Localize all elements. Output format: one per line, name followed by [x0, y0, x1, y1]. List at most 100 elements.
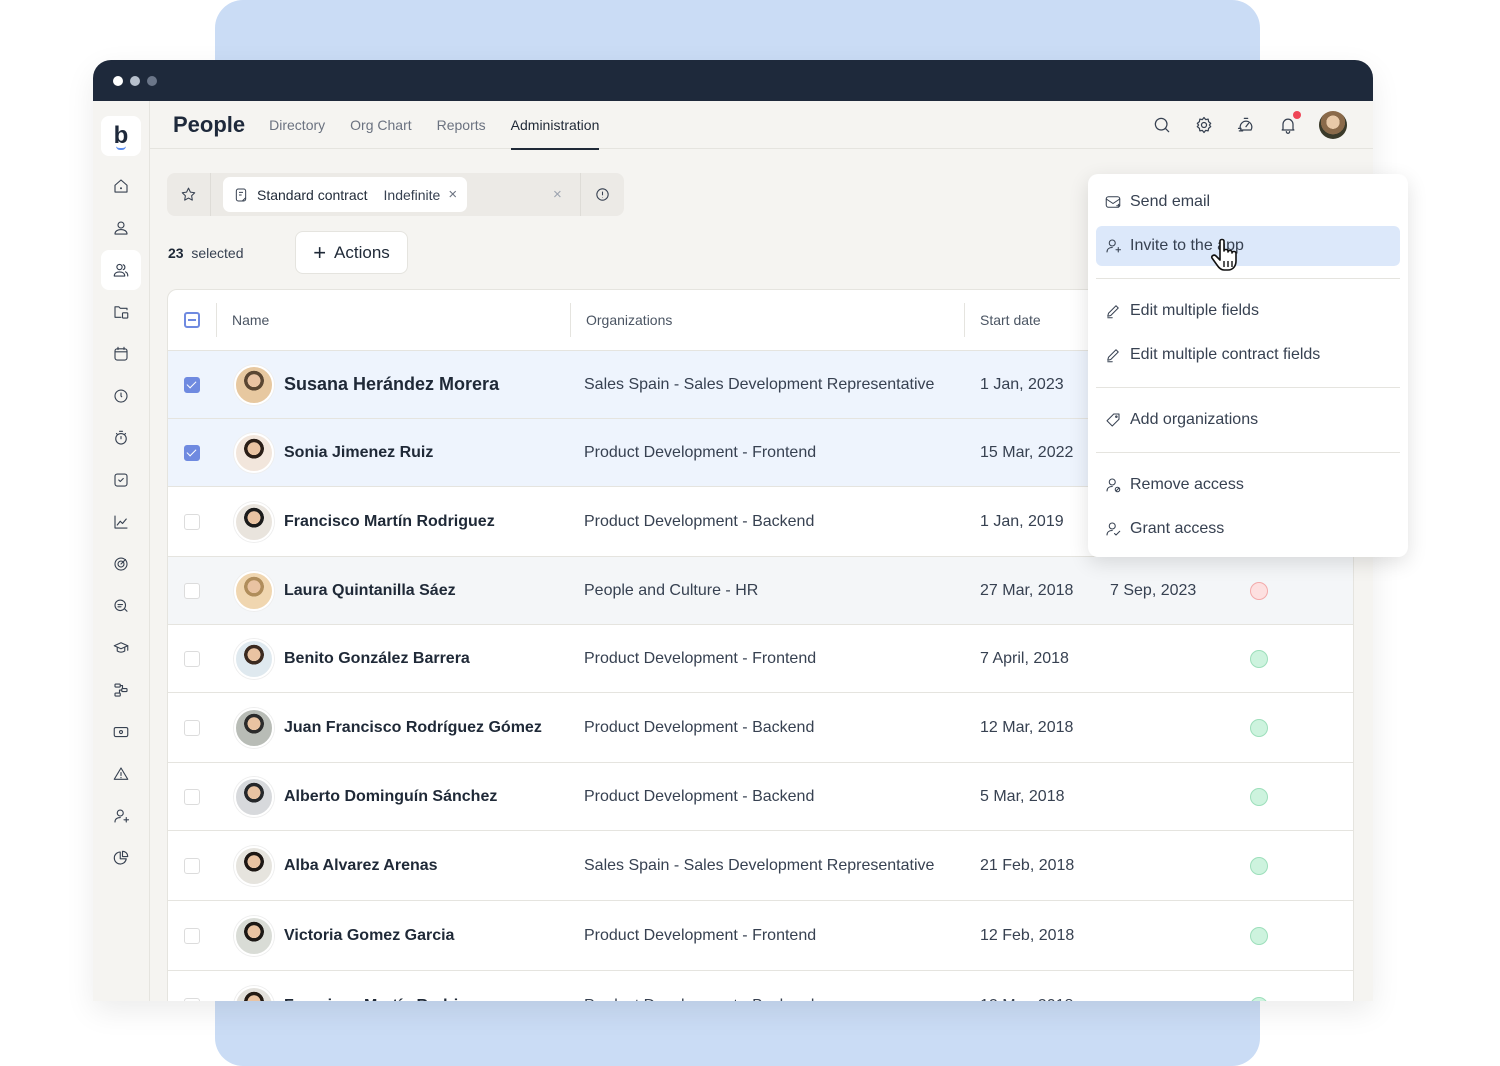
organization-cell: Product Development - Frontend	[584, 443, 817, 461]
organization-cell: Product Development - Frontend	[584, 926, 817, 944]
row-checkbox[interactable]	[184, 927, 200, 944]
filter-bar: Standard contract Indefinite × ×	[167, 173, 624, 216]
window-maximize-button[interactable]	[147, 75, 157, 86]
selected-count-number: 23	[168, 245, 184, 261]
filter-info-button[interactable]	[580, 173, 624, 216]
menu-divider	[1096, 387, 1400, 388]
row-checkbox[interactable]	[184, 650, 200, 667]
sidebar-item-analytics[interactable]	[101, 838, 141, 878]
tab-org-chart[interactable]: Org Chart	[350, 101, 411, 149]
tab-administration[interactable]: Administration	[510, 101, 599, 150]
filter-chip[interactable]: Standard contract Indefinite ×	[223, 177, 468, 212]
speedometer-icon	[1237, 117, 1253, 132]
person-name[interactable]: Susana Herández Morera	[284, 374, 499, 395]
select-all-checkbox[interactable]	[184, 312, 200, 328]
row-checkbox[interactable]	[184, 582, 200, 599]
favorite-filter-button[interactable]	[167, 173, 211, 216]
sidebar-item-documents[interactable]	[101, 292, 141, 332]
column-header-start-date[interactable]: Start date	[980, 312, 1041, 328]
calendar-icon	[114, 346, 128, 361]
selected-count: 23 selected	[168, 245, 244, 261]
sidebar-item-calendar[interactable]	[101, 334, 141, 374]
sidebar-item-tasks[interactable]	[101, 460, 141, 500]
row-checkbox[interactable]	[184, 376, 200, 393]
table-row[interactable]: Victoria Gomez Garcia Product Development…	[168, 901, 1353, 971]
window-close-button[interactable]	[113, 75, 123, 86]
menu-item-invite-to-app[interactable]: Invite to the app	[1096, 226, 1400, 266]
menu-item-edit-multiple-fields[interactable]: Edit multiple fields	[1096, 291, 1400, 331]
row-checkbox[interactable]	[184, 857, 200, 874]
menu-item-label: Edit multiple contract fields	[1130, 346, 1321, 363]
row-checkbox[interactable]	[184, 513, 200, 530]
menu-item-remove-access[interactable]: Remove access	[1096, 465, 1400, 505]
sidebar-item-recruitment[interactable]	[101, 796, 141, 836]
organization-cell: Product Development - Backend	[584, 718, 815, 736]
info-icon	[596, 188, 609, 201]
organization-cell: People and Culture - HR	[584, 581, 759, 599]
person-name[interactable]: Sonia Jimenez Ruiz	[284, 444, 433, 462]
sidebar-item-goals[interactable]	[101, 544, 141, 584]
sidebar-item-time[interactable]	[101, 376, 141, 416]
table-row[interactable]: Alba Alvarez Arenas Sales Spain - Sales D…	[168, 831, 1353, 901]
table-row[interactable]: Francisco Martín Rodriguez Product Develo…	[168, 971, 1353, 1001]
user-remove-icon	[1106, 478, 1121, 493]
menu-item-edit-contract-fields[interactable]: Edit multiple contract fields	[1096, 335, 1400, 375]
performance-button[interactable]	[1235, 114, 1257, 136]
person-name[interactable]: Benito González Barrera	[284, 650, 470, 668]
plus-icon: +	[313, 239, 327, 265]
column-header-organizations[interactable]: Organizations	[586, 312, 672, 328]
start-date-cell: 1 Jan, 2023	[980, 375, 1064, 393]
column-header-name[interactable]: Name	[232, 312, 269, 328]
menu-item-label: Edit multiple fields	[1130, 302, 1259, 319]
filter-chip-key: Standard contract	[257, 186, 368, 203]
person-name[interactable]: Alba Alvarez Arenas	[284, 857, 438, 875]
sidebar-item-home[interactable]	[101, 166, 141, 206]
avatar	[234, 776, 274, 817]
settings-button[interactable]	[1193, 114, 1215, 136]
table-row[interactable]: Alberto Dominguín Sánchez Product Develop…	[168, 763, 1353, 831]
folder-icon	[114, 306, 129, 319]
window-minimize-button[interactable]	[130, 75, 140, 86]
tab-directory[interactable]: Directory	[269, 101, 325, 149]
sidebar-item-me[interactable]	[101, 208, 141, 248]
person-name[interactable]: Francisco Martín Rodriguez	[284, 513, 495, 531]
tab-reports[interactable]: Reports	[437, 101, 486, 149]
sidebar-item-workflows[interactable]	[101, 670, 141, 710]
table-row[interactable]: Juan Francisco Rodríguez Gómez Product De…	[168, 693, 1353, 763]
column-divider	[570, 303, 571, 337]
person-name[interactable]: Juan Francisco Rodríguez Gómez	[284, 719, 542, 737]
menu-item-add-organizations[interactable]: Add organizations	[1096, 400, 1400, 440]
app-logo[interactable]: b	[101, 116, 141, 156]
person-name[interactable]: Francisco Martín Rodriguez	[284, 997, 495, 1002]
sidebar-item-feedback[interactable]	[101, 586, 141, 626]
row-checkbox[interactable]	[184, 788, 200, 805]
sidebar-item-people[interactable]	[101, 250, 141, 290]
menu-item-send-email[interactable]: Send email	[1096, 182, 1400, 222]
clear-filters-button[interactable]: ×	[553, 186, 562, 203]
sidebar-item-performance[interactable]	[101, 502, 141, 542]
sidebar-item-timer[interactable]	[101, 418, 141, 458]
search-button[interactable]	[1151, 114, 1173, 136]
tag-icon	[1106, 413, 1120, 427]
row-checkbox[interactable]	[184, 444, 200, 461]
row-checkbox[interactable]	[184, 997, 200, 1001]
notifications-button[interactable]	[1277, 111, 1301, 136]
person-name[interactable]: Victoria Gomez Garcia	[284, 927, 454, 945]
table-row[interactable]: Laura Quintanilla Sáez People and Culture…	[168, 557, 1353, 625]
remove-filter-button[interactable]: ×	[448, 186, 457, 203]
organization-cell: Product Development - Backend	[584, 787, 815, 805]
actions-button[interactable]: + Actions	[295, 231, 408, 274]
person-name[interactable]: Laura Quintanilla Sáez	[284, 582, 456, 600]
sidebar-item-alerts[interactable]	[101, 754, 141, 794]
home-icon	[114, 179, 128, 193]
sidebar-item-payroll[interactable]	[101, 712, 141, 752]
user-avatar[interactable]	[1319, 111, 1347, 139]
filter-chip-value: Indefinite	[383, 186, 441, 203]
menu-item-grant-access[interactable]: Grant access	[1096, 509, 1400, 549]
sidebar-item-training[interactable]	[101, 628, 141, 668]
status-indicator	[1250, 718, 1268, 737]
avatar	[234, 570, 274, 611]
table-row[interactable]: Benito González Barrera Product Developme…	[168, 625, 1353, 693]
person-name[interactable]: Alberto Dominguín Sánchez	[284, 788, 497, 806]
row-checkbox[interactable]	[184, 719, 200, 736]
